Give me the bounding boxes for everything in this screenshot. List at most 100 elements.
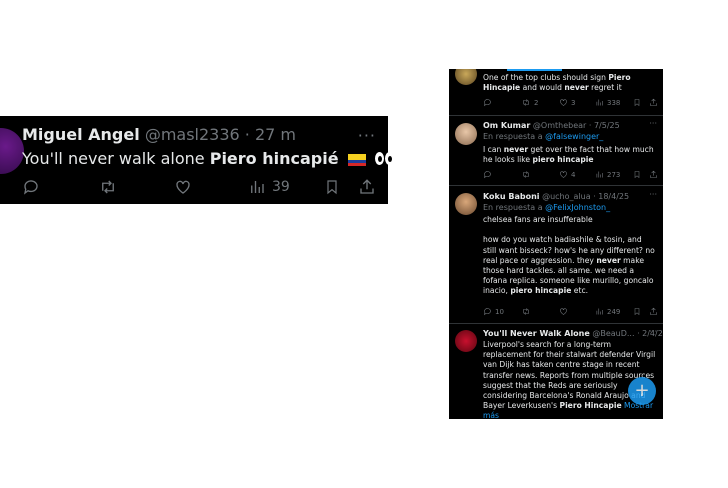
bookmark-icon (327, 180, 337, 195)
views-count: 39 (272, 179, 290, 195)
more-options-icon[interactable]: ··· (649, 327, 657, 336)
more-options-icon[interactable]: ··· (358, 126, 376, 145)
compose-button[interactable]: + (628, 377, 656, 405)
tweet-header: Om Kumar @Omthebear · 7/5/25 (483, 121, 620, 130)
like-button[interactable]: 4 (559, 170, 575, 179)
reply-to-link[interactable]: @FelixJohnston_ (545, 203, 610, 212)
text-part: etc. (571, 286, 589, 296)
bookmark-button[interactable] (633, 170, 641, 179)
text-bold: never (596, 255, 621, 265)
tweet-header: Miguel Angel @masl2336 · 27 m (22, 125, 296, 144)
bookmark-button[interactable] (633, 98, 641, 107)
tweet-actions: 4 273 (483, 170, 657, 180)
like-button[interactable] (174, 178, 192, 196)
retweet-button[interactable] (98, 178, 118, 196)
thread-screenshot: One of the top clubs should sign Piero H… (449, 69, 663, 419)
views-button[interactable]: 338 (595, 98, 620, 107)
share-icon (650, 98, 657, 106)
views-button[interactable]: 249 (595, 307, 620, 316)
reply-icon (484, 171, 491, 179)
text-bold: never (564, 83, 589, 93)
avatar[interactable] (455, 69, 477, 85)
views-chart-icon (251, 181, 264, 193)
thread-tweet-1[interactable]: Om Kumar @Omthebear · 7/5/25 ··· En resp… (449, 115, 663, 186)
retweet-count: 2 (534, 98, 539, 107)
reply-context: En respuesta a @falsewinger_ (483, 132, 603, 141)
reply-icon (23, 180, 38, 195)
like-button[interactable]: 3 (559, 98, 575, 107)
author-name[interactable]: Miguel Angel (22, 125, 140, 144)
avatar[interactable] (455, 193, 477, 215)
tweet-text-bold: Piero hincapié (209, 149, 339, 168)
views-button[interactable]: 273 (595, 170, 620, 179)
bookmark-icon (634, 171, 640, 179)
bookmark-icon (634, 308, 640, 316)
reply-icon (484, 308, 491, 316)
bookmark-button[interactable] (633, 307, 641, 316)
text-part: One of the top clubs should sign (483, 73, 609, 82)
tweet-text: I can never get over the fact that how m… (483, 145, 657, 165)
author-handle[interactable]: @ucho_alua (542, 192, 591, 201)
author-handle[interactable]: @Omthebear (533, 121, 586, 130)
timestamp[interactable]: · 18/4/25 (593, 192, 629, 201)
retweet-button[interactable] (521, 170, 531, 179)
thread-tweet-0[interactable]: One of the top clubs should sign Piero H… (449, 69, 663, 116)
reply-button[interactable]: 10 (483, 307, 504, 316)
thread-tweet-3[interactable]: You'll Never Walk Alone @BeauD... · 2/4/… (449, 323, 663, 419)
heart-icon (560, 99, 567, 106)
views-chart-icon (596, 99, 603, 106)
reply-icon (484, 99, 491, 107)
more-options-icon[interactable]: ··· (649, 190, 657, 199)
heart-icon (560, 308, 567, 315)
avatar[interactable] (455, 123, 477, 145)
reply-to-link[interactable]: @falsewinger_ (545, 132, 603, 141)
tweet-actions: 2 3 338 (483, 98, 657, 108)
bookmark-button[interactable] (324, 178, 340, 196)
retweet-icon (102, 180, 114, 194)
text-part: chelsea fans are insufferable (483, 215, 593, 224)
eyes-emoji-icon (374, 150, 395, 169)
views-chart-icon (596, 308, 603, 315)
share-button[interactable] (358, 178, 376, 196)
heart-icon (560, 171, 567, 178)
author-handle[interactable]: @masl2336 (145, 125, 240, 144)
author-name[interactable]: You'll Never Walk Alone (483, 329, 590, 338)
author-name[interactable]: Koku Baboni (483, 192, 540, 201)
author-name[interactable]: Om Kumar (483, 121, 530, 130)
ecuador-flag-icon (347, 153, 366, 166)
tweet-text: You'll never walk alone Piero hincapié (22, 149, 395, 169)
timestamp[interactable]: 27 m (255, 125, 296, 144)
share-button[interactable] (649, 98, 658, 107)
views-chart-icon (596, 171, 603, 178)
retweet-button[interactable]: 2 (521, 98, 538, 107)
retweet-icon (523, 171, 529, 178)
reply-button[interactable] (22, 178, 40, 196)
timestamp[interactable]: · 7/5/25 (589, 121, 620, 130)
like-button[interactable] (559, 307, 568, 316)
reply-count: 10 (495, 307, 504, 316)
more-options-icon[interactable]: ··· (649, 119, 657, 128)
views-count: 338 (607, 98, 621, 107)
reply-context: En respuesta a @FelixJohnston_ (483, 203, 610, 212)
text-part: and would (520, 83, 565, 93)
avatar[interactable] (455, 330, 477, 352)
share-icon (360, 179, 374, 194)
share-button[interactable] (649, 170, 658, 179)
text-bold: Piero Hincapie (559, 401, 622, 411)
text-bold: piero hincapie (510, 286, 572, 296)
avatar[interactable] (0, 128, 24, 174)
separator: · (244, 125, 250, 144)
tweet-text: chelsea fans are insufferable how do you… (483, 215, 657, 297)
thread-tweet-2[interactable]: Koku Baboni @ucho_alua · 18/4/25 ··· En … (449, 185, 663, 324)
share-button[interactable] (649, 307, 658, 316)
reply-button[interactable] (483, 170, 492, 179)
views-button[interactable]: 39 (248, 178, 290, 196)
main-tweet-card[interactable]: Miguel Angel @masl2336 · 27 m ··· You'll… (0, 116, 394, 204)
retweet-icon (523, 308, 529, 315)
retweet-icon (523, 99, 529, 106)
tweet-text: One of the top clubs should sign Piero H… (483, 73, 657, 93)
reply-button[interactable] (483, 98, 492, 107)
retweet-button[interactable] (521, 307, 531, 316)
author-handle[interactable]: @BeauD... (592, 329, 634, 338)
bookmark-icon (634, 99, 640, 107)
